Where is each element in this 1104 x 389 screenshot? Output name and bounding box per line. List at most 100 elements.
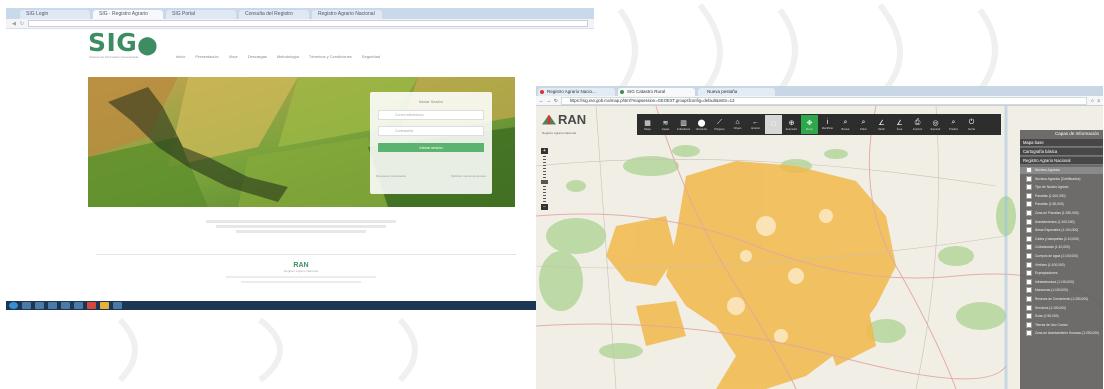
layer-checkbox[interactable]: [1026, 253, 1032, 260]
zoom-level-tick[interactable]: [543, 168, 546, 169]
zoom-level-tick[interactable]: [543, 189, 546, 190]
tool-identificar-button[interactable]: i Identificar: [819, 115, 836, 134]
tool-predios-button[interactable]: ⌕ Predios: [945, 115, 962, 134]
zoom-level-tick[interactable]: [543, 177, 546, 178]
nav-item[interactable]: Términos y Condiciones: [309, 54, 352, 59]
map-tiles[interactable]: [536, 106, 1103, 389]
tool-cerrar-button[interactable]: ⏻ Cerrar: [963, 115, 980, 134]
layer-section[interactable]: Registro Agrario Nacional: [1020, 157, 1103, 165]
layer-item[interactable]: Servicios (1:100,000): [1020, 304, 1103, 311]
zoom-level-tick[interactable]: [543, 195, 546, 196]
layer-item[interactable]: Expropiaciones: [1020, 270, 1103, 277]
layer-item[interactable]: Calles y banquetas (1:10,000): [1020, 235, 1103, 242]
browser-tab[interactable]: SIG Login: [20, 10, 90, 19]
zoom-handle[interactable]: [541, 180, 548, 184]
email-field[interactable]: Correo electrónico: [378, 110, 484, 120]
browser-tab[interactable]: SIG Portal: [166, 10, 236, 19]
taskbar-app-icon[interactable]: [74, 302, 83, 309]
browser-tab[interactable]: SIG Catastro Rural: [618, 88, 695, 96]
layer-checkbox[interactable]: [1026, 218, 1032, 225]
nav-item[interactable]: Seguridad: [362, 54, 380, 59]
taskbar-app-icon[interactable]: [113, 302, 122, 309]
zoom-level-tick[interactable]: [543, 192, 546, 193]
nav-item[interactable]: Descargas: [248, 54, 267, 59]
layer-item[interactable]: Zona de Asentamiento Humano (1:250,000): [1020, 330, 1103, 337]
layer-checkbox[interactable]: [1026, 184, 1032, 191]
tool-poligono-button[interactable]: ⟋ Polígono: [711, 115, 728, 134]
tool-indicadores-button[interactable]: ▥ Indicadores: [675, 115, 692, 134]
browser-tab[interactable]: Consulta del Registro: [239, 10, 309, 19]
layer-checkbox[interactable]: [1026, 321, 1032, 328]
layer-item[interactable]: Núcleos Agrarios: [1020, 166, 1103, 174]
layer-item[interactable]: Núcleos Agrarios (Certificados): [1020, 175, 1103, 182]
url-field[interactable]: [28, 20, 588, 27]
taskbar-app-icon[interactable]: [61, 302, 70, 309]
browser-tab[interactable]: SIG · Registro Agrario: [93, 10, 163, 19]
tool-ubicacion-button[interactable]: ⬤ Ubicación: [693, 115, 710, 134]
zoom-level-tick[interactable]: [543, 201, 546, 202]
layer-item[interactable]: Cuerpos de agua (1:100,000): [1020, 253, 1103, 260]
url-field[interactable]: https://sig.ran.gob.mx/map.phtml?mapsess…: [560, 96, 1088, 105]
login-button[interactable]: Iniciar sesión: [378, 143, 484, 152]
layer-item[interactable]: Manzanas (1:100,000): [1020, 287, 1103, 294]
bookmark-star-icon[interactable]: ☆: [1090, 98, 1094, 104]
zoom-level-tick[interactable]: [543, 162, 546, 163]
zoom-in-button[interactable]: +: [541, 148, 548, 154]
tool-exportar-button[interactable]: ◎ Exportar: [927, 115, 944, 134]
tool-mover-button[interactable]: ✥ Mover: [801, 115, 818, 134]
nav-item[interactable]: Inicio: [176, 54, 185, 59]
tool-anterior-button[interactable]: ← Anterior: [747, 115, 764, 134]
browser-tab[interactable]: Registro Agrario Nacio...: [538, 88, 615, 96]
layer-checkbox[interactable]: [1026, 175, 1032, 182]
zoom-level-tick[interactable]: [543, 156, 546, 157]
taskbar-app-icon[interactable]: [87, 302, 96, 309]
zoom-level-tick[interactable]: [543, 186, 546, 187]
tool-medir-button[interactable]: ∠ Medir: [873, 115, 890, 134]
menu-icon[interactable]: ≡: [1097, 98, 1100, 103]
zoom-out-button[interactable]: −: [541, 204, 548, 210]
tool-buscar-button[interactable]: ⌕ Buscar: [837, 115, 854, 134]
tool-area-button[interactable]: ∠ Área: [891, 115, 908, 134]
layer-checkbox[interactable]: [1026, 201, 1032, 208]
layer-checkbox[interactable]: [1026, 192, 1032, 199]
layer-checkbox[interactable]: [1026, 278, 1032, 285]
tool-mapa-button[interactable]: ▦ Mapa: [639, 115, 656, 134]
back-icon[interactable]: ←: [539, 98, 544, 103]
taskbar-app-icon[interactable]: [22, 302, 31, 309]
browser-tab[interactable]: Nueva pestaña: [698, 88, 775, 96]
layer-checkbox[interactable]: [1026, 313, 1032, 320]
layer-item[interactable]: Tierras de Uso Común: [1020, 321, 1103, 328]
layer-item[interactable]: Colindancias (1:10,000): [1020, 244, 1103, 251]
zoom-slider[interactable]: + −: [541, 148, 548, 246]
layer-checkbox[interactable]: [1026, 304, 1032, 311]
zoom-level-tick[interactable]: [543, 159, 546, 160]
layer-item[interactable]: Parcelas (1:50,000): [1020, 201, 1103, 208]
layer-item[interactable]: Áreas Especiales (1:100,000): [1020, 227, 1103, 234]
layer-checkbox[interactable]: [1026, 296, 1032, 302]
tool-extension-button[interactable]: ⊕ Extensión: [783, 115, 800, 134]
tool-filtrar-button[interactable]: ⌕ Filtrar: [855, 115, 872, 134]
layer-item[interactable]: Solar (1:50,000): [1020, 313, 1103, 320]
layer-checkbox[interactable]: [1026, 330, 1032, 337]
start-button[interactable]: [9, 302, 18, 309]
reload-icon[interactable]: ↻: [20, 21, 24, 27]
layer-checkbox[interactable]: [1026, 244, 1032, 251]
password-field[interactable]: Contraseña: [378, 126, 484, 136]
browser-tab[interactable]: Registro Agrario Nacional: [312, 10, 382, 19]
layer-checkbox[interactable]: [1026, 287, 1032, 294]
layer-item[interactable]: Parcelas (1:100,000): [1020, 192, 1103, 199]
layer-item[interactable]: Tipo de Núcleo Agrario: [1020, 184, 1103, 191]
layer-checkbox[interactable]: [1026, 270, 1032, 277]
layer-item[interactable]: Vértices (1:100,000): [1020, 261, 1103, 268]
layer-item[interactable]: Infraestructura (1:100,000): [1020, 278, 1103, 285]
layer-checkbox[interactable]: [1026, 167, 1032, 174]
layer-section[interactable]: Mapa base: [1020, 139, 1103, 147]
zoom-level-tick[interactable]: [543, 198, 546, 199]
forgot-password-link[interactable]: Recuperar contraseña: [376, 174, 406, 178]
request-account-link[interactable]: Solicitar cuenta de acceso: [451, 174, 486, 178]
layer-item[interactable]: Reserva de Crecimiento (1:250,000): [1020, 296, 1103, 303]
zoom-level-tick[interactable]: [543, 171, 546, 172]
layer-section[interactable]: Cartografía básica: [1020, 148, 1103, 156]
layer-checkbox[interactable]: [1026, 235, 1032, 242]
layer-checkbox[interactable]: [1026, 210, 1032, 217]
